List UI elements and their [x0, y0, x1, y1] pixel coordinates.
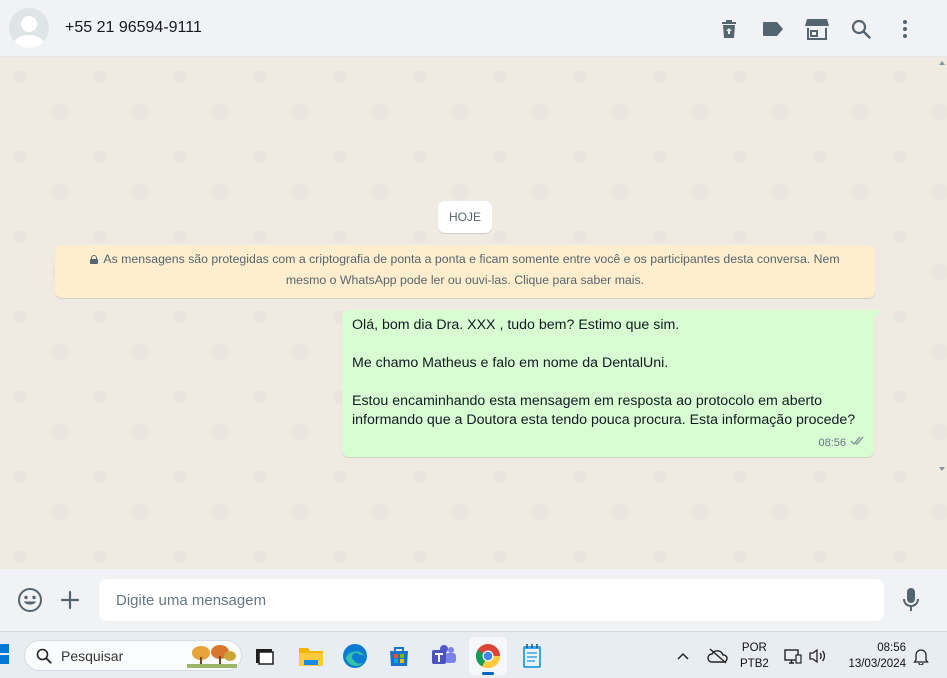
scroll-down-arrow[interactable] [939, 467, 945, 471]
lock-icon [90, 255, 99, 264]
message-meta: 08:56 [818, 434, 866, 453]
message-line: Me chamo Matheus e falo em nome da Denta… [352, 355, 669, 371]
taskbar-task-view[interactable] [246, 637, 284, 675]
language-code: POR [741, 641, 767, 654]
message-line: Estou encaminhando esta mensagem em resp… [352, 393, 823, 409]
encryption-text-line2: mesmo o WhatsApp pode ler ou ouvi-las. C… [285, 273, 645, 287]
voice-message-button[interactable] [891, 580, 931, 620]
clock-date: 13/03/2024 [848, 657, 906, 670]
store-icon [390, 647, 408, 666]
clock[interactable]: 08:56 13/03/2024 [842, 632, 906, 678]
bubble-tail [874, 310, 882, 318]
tray-overflow-button[interactable] [676, 632, 690, 678]
onedrive-button[interactable] [707, 632, 729, 678]
contact-name[interactable]: +55 21 96594-9111 [65, 19, 202, 37]
encryption-notice[interactable]: As mensagens são protegidas com a cripto… [55, 245, 875, 298]
label-icon [763, 21, 783, 36]
language-indicator[interactable]: POR PTB2 [740, 632, 769, 678]
speaker-icon [809, 648, 826, 663]
smiley-icon [18, 588, 42, 612]
taskbar-edge[interactable] [336, 637, 374, 675]
task-view-icon [256, 649, 274, 665]
network-button[interactable] [784, 632, 802, 678]
notifications-button[interactable] [913, 632, 929, 678]
header-actions [707, 0, 927, 57]
encryption-text-line1: As mensagens são protegidas com a cripto… [103, 252, 840, 266]
chat-panel[interactable]: HOJE As mensagens são protegidas com a c… [0, 57, 947, 569]
cloud-offline-icon [707, 647, 728, 664]
microphone-icon [903, 588, 919, 611]
os-taskbar: Pesquisar POR PTB2 08:56 13/03/2024 [0, 631, 947, 678]
message-line: Olá, bom dia Dra. XXX , tudo bem? Estimo… [352, 317, 680, 333]
contact-avatar[interactable] [9, 8, 49, 48]
search-label: Pesquisar [61, 647, 124, 664]
teams-icon [432, 645, 456, 664]
message-line: informando que a Doutora esta tendo pouc… [352, 412, 856, 428]
store-icon [805, 18, 829, 40]
start-button[interactable] [0, 644, 10, 666]
taskbar-chrome[interactable] [469, 637, 507, 675]
emoji-button[interactable] [10, 580, 50, 620]
message-time: 08:56 [818, 437, 846, 449]
taskbar-store[interactable] [380, 637, 418, 675]
plus-icon [60, 590, 80, 610]
trash-icon [722, 19, 736, 38]
search-icon [851, 19, 871, 39]
taskbar-teams[interactable] [425, 637, 463, 675]
composer-bar [0, 569, 947, 631]
bell-icon [913, 648, 929, 665]
notepad-icon [523, 644, 541, 668]
taskbar-search[interactable]: Pesquisar [24, 640, 242, 671]
taskbar-notepad[interactable] [513, 637, 551, 675]
volume-button[interactable] [808, 632, 828, 678]
menu-icon [903, 19, 907, 38]
folder-icon [299, 648, 323, 666]
search-button[interactable] [839, 9, 883, 49]
keyboard-layout: PTB2 [740, 657, 769, 670]
menu-button[interactable] [883, 9, 927, 49]
network-icon [784, 648, 802, 664]
message-input[interactable] [99, 579, 884, 621]
double-check-icon [850, 434, 866, 453]
search-highlight-art [187, 645, 237, 668]
search-icon [36, 648, 52, 664]
attach-button[interactable] [50, 580, 90, 620]
outgoing-message[interactable]: Olá, bom dia Dra. XXX , tudo bem? Estimo… [342, 310, 874, 457]
taskbar-file-explorer[interactable] [292, 637, 330, 675]
chat-header: +55 21 96594-9111 [0, 0, 947, 57]
chevron-up-icon [677, 652, 689, 660]
active-indicator [482, 672, 494, 675]
edge-icon [343, 644, 367, 668]
catalog-button[interactable] [795, 9, 839, 49]
clock-time: 08:56 [877, 641, 906, 654]
scroll-up-arrow[interactable] [939, 61, 945, 65]
date-separator: HOJE [438, 201, 492, 233]
chrome-icon [475, 644, 500, 669]
label-button[interactable] [751, 9, 795, 49]
scrollbar[interactable] [939, 57, 947, 569]
delete-button[interactable] [707, 9, 751, 49]
